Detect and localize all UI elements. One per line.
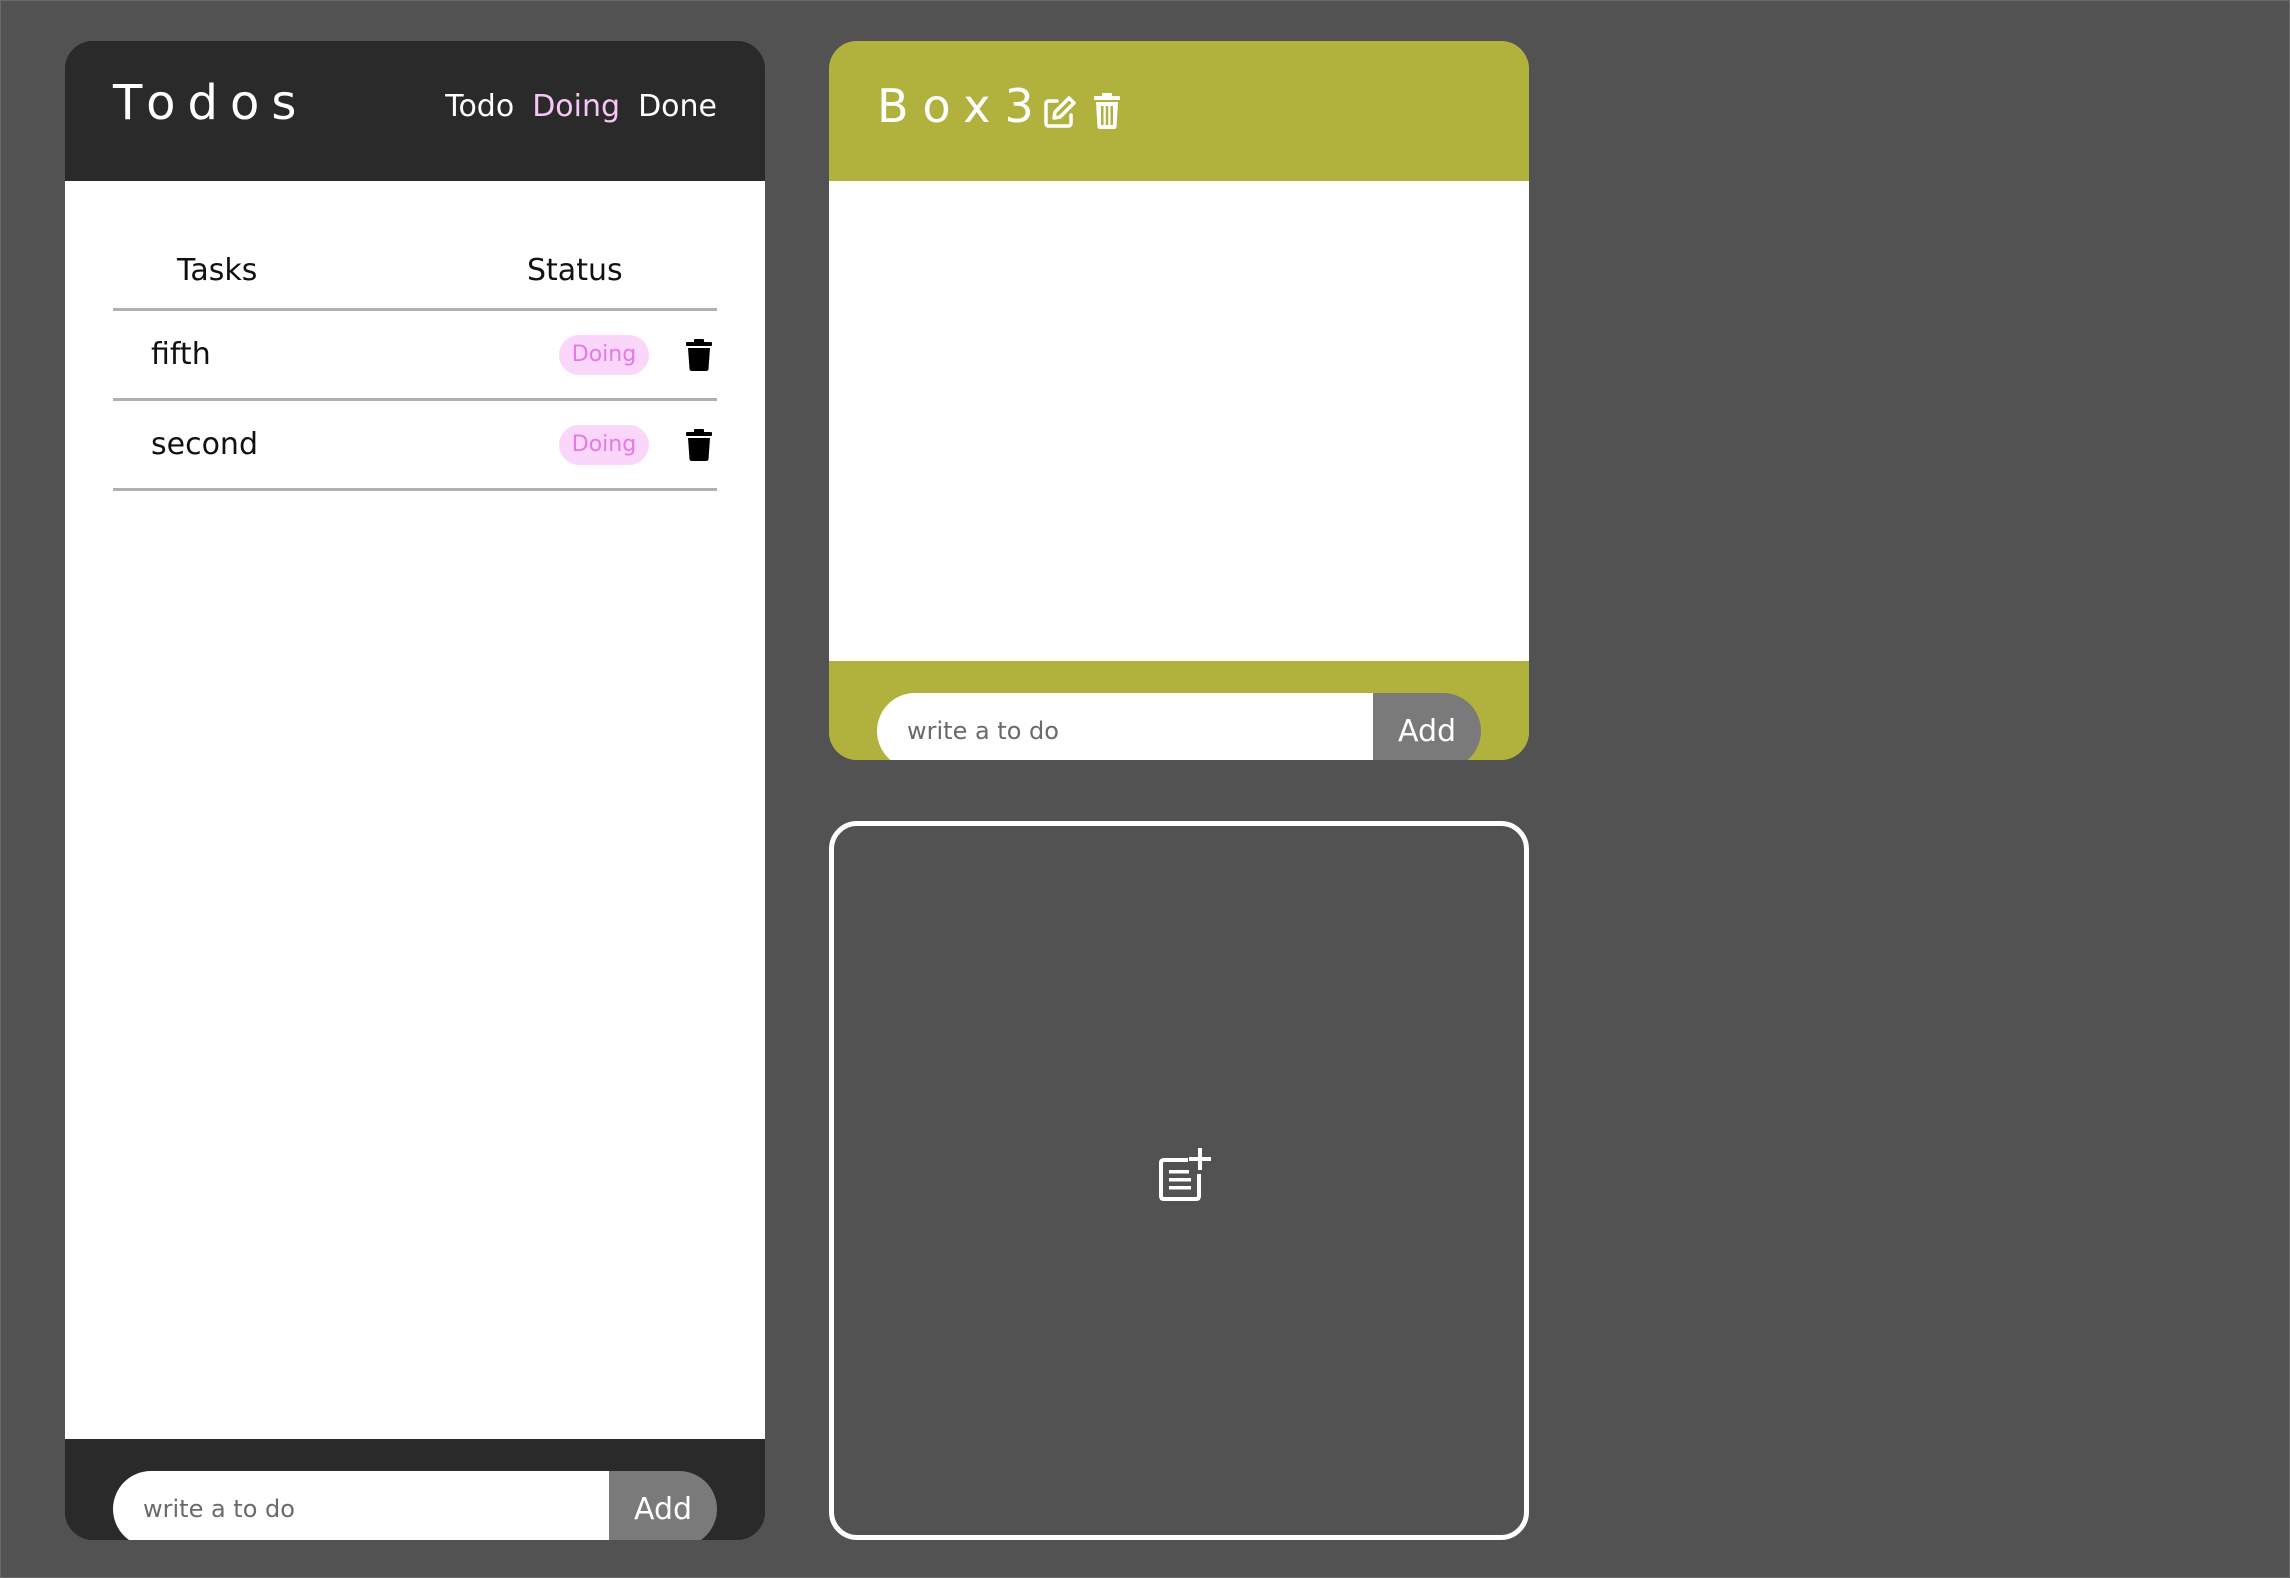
box-header: Box3	[829, 41, 1529, 181]
trash-icon	[686, 429, 712, 461]
task-row: second Doing	[113, 401, 717, 491]
delete-box-button[interactable]	[1093, 93, 1121, 129]
box-input-group: Add	[877, 693, 1481, 760]
task-name: fifth	[151, 337, 211, 372]
task-name: second	[151, 427, 258, 462]
delete-task-button[interactable]	[685, 429, 713, 461]
todo-input-group: Add	[113, 1471, 717, 1540]
box-title: Box3	[877, 79, 1048, 133]
todos-panel: Todos Todo Doing Done Tasks Status fifth…	[65, 41, 765, 1540]
trash-icon	[686, 339, 712, 371]
edit-icon	[1044, 96, 1076, 128]
trash-icon	[1094, 93, 1120, 129]
todo-input[interactable]	[113, 1471, 609, 1540]
todos-footer: Add	[65, 1439, 765, 1540]
status-badge[interactable]: Doing	[559, 425, 649, 465]
status-filters: Todo Doing Done	[445, 89, 717, 124]
todos-header: Todos Todo Doing Done	[65, 41, 765, 181]
filter-done[interactable]: Done	[638, 89, 717, 124]
todos-title: Todos	[113, 75, 309, 131]
box-panel: Box3 Add	[829, 41, 1529, 760]
box-add-todo-button[interactable]: Add	[1373, 693, 1481, 760]
edit-box-button[interactable]	[1043, 95, 1077, 129]
table-header: Tasks Status	[113, 181, 717, 311]
box-footer: Add	[829, 661, 1529, 760]
add-todo-button[interactable]: Add	[609, 1471, 717, 1540]
column-header-status: Status	[527, 253, 623, 288]
delete-task-button[interactable]	[685, 339, 713, 371]
box-todo-input[interactable]	[877, 693, 1373, 760]
task-row: fifth Doing	[113, 311, 717, 401]
status-badge[interactable]: Doing	[559, 335, 649, 375]
app-page: Todos Todo Doing Done Tasks Status fifth…	[0, 0, 2290, 1578]
note-add-icon	[1159, 1148, 1211, 1201]
box-list	[829, 181, 1529, 661]
filter-todo[interactable]: Todo	[445, 89, 514, 124]
column-header-tasks: Tasks	[177, 253, 258, 288]
add-box-button[interactable]	[829, 821, 1529, 1540]
todos-list: Tasks Status fifth Doing second Doing	[65, 181, 765, 1439]
filter-doing[interactable]: Doing	[532, 89, 620, 124]
